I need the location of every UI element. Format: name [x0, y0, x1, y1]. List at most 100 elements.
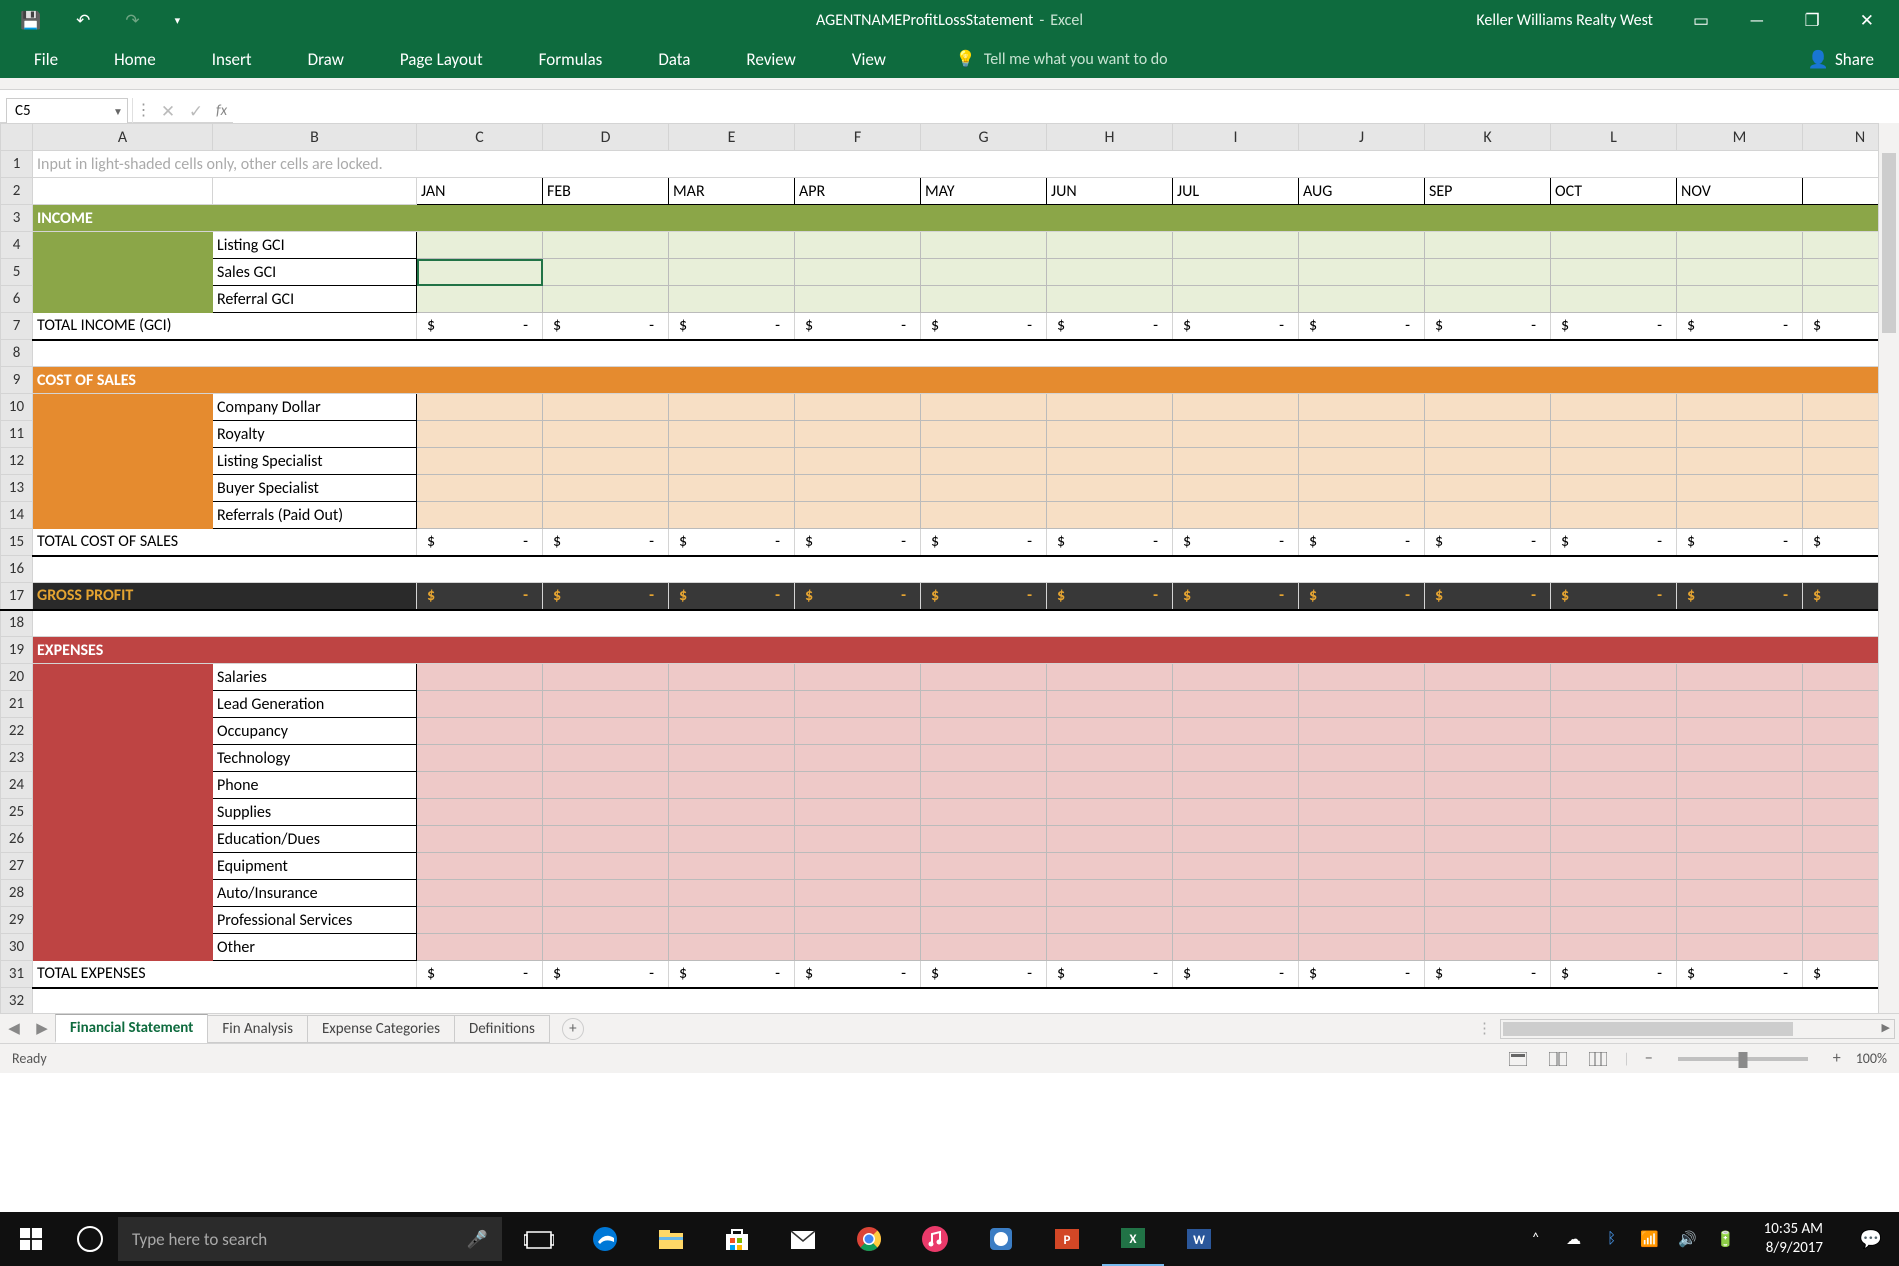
- row-header-24[interactable]: 24: [1, 772, 33, 799]
- input-cell[interactable]: [1551, 286, 1677, 313]
- input-cell[interactable]: [1425, 718, 1551, 745]
- input-cell[interactable]: [1047, 421, 1173, 448]
- input-cell[interactable]: [1173, 475, 1299, 502]
- input-cell[interactable]: [1047, 907, 1173, 934]
- input-cell[interactable]: [669, 421, 795, 448]
- sheet-nav-next-icon[interactable]: ▶: [28, 1019, 56, 1038]
- input-cell[interactable]: [1047, 475, 1173, 502]
- input-cell[interactable]: [1299, 772, 1425, 799]
- input-cell[interactable]: [1551, 232, 1677, 259]
- input-cell[interactable]: [417, 259, 543, 286]
- input-cell[interactable]: [543, 259, 669, 286]
- input-cell[interactable]: [1551, 826, 1677, 853]
- sheet-nav-prev-icon[interactable]: ◀: [0, 1019, 28, 1038]
- input-cell[interactable]: [1173, 448, 1299, 475]
- input-cell[interactable]: [921, 880, 1047, 907]
- input-cell[interactable]: [543, 421, 669, 448]
- input-cell[interactable]: [1677, 421, 1803, 448]
- input-cell[interactable]: [1173, 421, 1299, 448]
- month-header[interactable]: FEB: [543, 178, 669, 205]
- input-cell[interactable]: [1299, 286, 1425, 313]
- input-cell[interactable]: [1047, 259, 1173, 286]
- month-header[interactable]: APR: [795, 178, 921, 205]
- battery-icon[interactable]: 🔋: [1716, 1230, 1736, 1249]
- search-input[interactable]: Type here to search 🎤: [118, 1217, 502, 1261]
- row-header-27[interactable]: 27: [1, 853, 33, 880]
- col-header-B[interactable]: B: [213, 124, 417, 151]
- input-cell[interactable]: [1299, 826, 1425, 853]
- new-sheet-button[interactable]: +: [562, 1018, 584, 1040]
- input-cell[interactable]: [795, 421, 921, 448]
- file-explorer-icon[interactable]: [640, 1212, 702, 1266]
- input-cell[interactable]: [1173, 934, 1299, 961]
- input-cell[interactable]: [921, 232, 1047, 259]
- volume-icon[interactable]: 🔊: [1678, 1230, 1698, 1249]
- input-cell[interactable]: [669, 934, 795, 961]
- input-cell[interactable]: [1677, 502, 1803, 529]
- row-header-2[interactable]: 2: [1, 178, 33, 205]
- redo-icon[interactable]: ↷: [125, 10, 139, 31]
- name-box[interactable]: [7, 100, 109, 122]
- input-cell[interactable]: [795, 475, 921, 502]
- row-header-14[interactable]: 14: [1, 502, 33, 529]
- input-cell[interactable]: [669, 691, 795, 718]
- input-cell[interactable]: [543, 745, 669, 772]
- formula-input[interactable]: [233, 98, 1899, 124]
- share-button[interactable]: 👤 Share: [1808, 49, 1874, 70]
- input-cell[interactable]: [669, 853, 795, 880]
- input-cell[interactable]: [1677, 664, 1803, 691]
- month-header[interactable]: MAR: [669, 178, 795, 205]
- input-cell[interactable]: [1299, 421, 1425, 448]
- mail-icon[interactable]: [772, 1212, 834, 1266]
- input-cell[interactable]: [1551, 394, 1677, 421]
- input-cell[interactable]: [417, 664, 543, 691]
- app-icon[interactable]: [970, 1212, 1032, 1266]
- col-header-D[interactable]: D: [543, 124, 669, 151]
- input-cell[interactable]: [1425, 772, 1551, 799]
- input-cell[interactable]: [1299, 799, 1425, 826]
- input-cell[interactable]: [795, 853, 921, 880]
- col-header-J[interactable]: J: [1299, 124, 1425, 151]
- col-header-M[interactable]: M: [1677, 124, 1803, 151]
- input-cell[interactable]: [1425, 907, 1551, 934]
- tab-formulas[interactable]: Formulas: [535, 41, 607, 78]
- input-cell[interactable]: [543, 826, 669, 853]
- row-header-10[interactable]: 10: [1, 394, 33, 421]
- row-header-3[interactable]: 3: [1, 205, 33, 232]
- col-header-A[interactable]: A: [33, 124, 213, 151]
- month-header[interactable]: SEP: [1425, 178, 1551, 205]
- input-cell[interactable]: [1677, 853, 1803, 880]
- ribbon-options-icon[interactable]: ▭: [1693, 10, 1709, 31]
- input-cell[interactable]: [543, 664, 669, 691]
- input-cell[interactable]: [543, 799, 669, 826]
- row-header-9[interactable]: 9: [1, 367, 33, 394]
- input-cell[interactable]: [795, 745, 921, 772]
- input-cell[interactable]: [1551, 448, 1677, 475]
- input-cell[interactable]: [1047, 853, 1173, 880]
- input-cell[interactable]: [1299, 745, 1425, 772]
- input-cell[interactable]: [543, 853, 669, 880]
- input-cell[interactable]: [669, 259, 795, 286]
- input-cell[interactable]: [921, 448, 1047, 475]
- input-cell[interactable]: [669, 907, 795, 934]
- col-header-G[interactable]: G: [921, 124, 1047, 151]
- col-header-E[interactable]: E: [669, 124, 795, 151]
- start-button[interactable]: [0, 1212, 62, 1266]
- input-cell[interactable]: [669, 232, 795, 259]
- input-cell[interactable]: [1299, 448, 1425, 475]
- input-cell[interactable]: [1047, 826, 1173, 853]
- input-cell[interactable]: [417, 448, 543, 475]
- input-cell[interactable]: [795, 664, 921, 691]
- cortana-icon[interactable]: [62, 1226, 118, 1252]
- input-cell[interactable]: [1677, 799, 1803, 826]
- input-cell[interactable]: [417, 421, 543, 448]
- row-header-21[interactable]: 21: [1, 691, 33, 718]
- input-cell[interactable]: [921, 934, 1047, 961]
- notifications-icon[interactable]: 💬: [1851, 1228, 1891, 1250]
- input-cell[interactable]: [417, 772, 543, 799]
- input-cell[interactable]: [543, 502, 669, 529]
- tab-data[interactable]: Data: [654, 41, 694, 78]
- row-header-25[interactable]: 25: [1, 799, 33, 826]
- page-layout-view-icon[interactable]: [1543, 1047, 1573, 1071]
- input-cell[interactable]: [1677, 772, 1803, 799]
